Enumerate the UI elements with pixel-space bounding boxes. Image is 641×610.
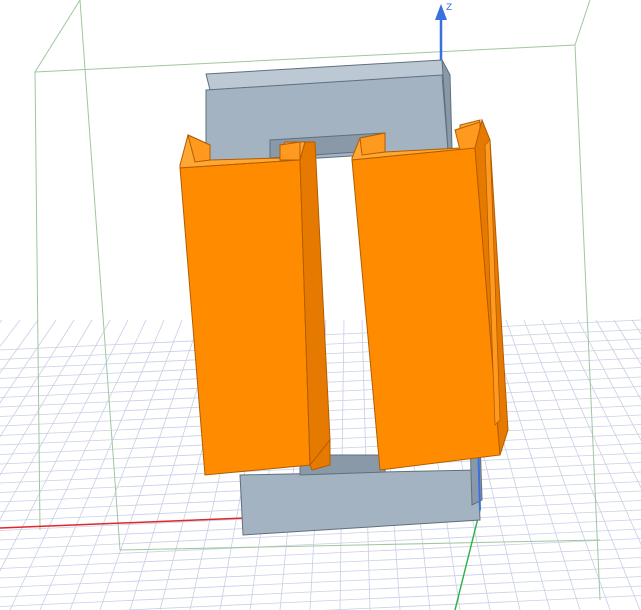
z-axis-label: Z	[446, 3, 452, 13]
y-axis	[454, 509, 481, 610]
3d-viewport[interactable]: Z	[0, 0, 641, 610]
scene-canvas[interactable]: Z	[0, 0, 641, 610]
left-coil[interactable]	[179, 134, 331, 476]
right-coil[interactable]	[351, 118, 509, 471]
